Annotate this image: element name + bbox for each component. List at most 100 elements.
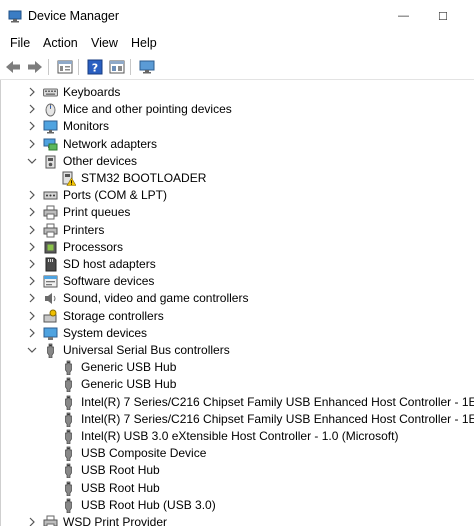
- title-bar: Device Manager — ☐: [0, 0, 474, 32]
- device-category-row[interactable]: Keyboards: [1, 84, 474, 101]
- menu-view[interactable]: View: [91, 36, 118, 50]
- device-label: USB Root Hub (USB 3.0): [81, 497, 216, 512]
- chevron-down-icon[interactable]: [27, 344, 37, 356]
- window-title: Device Manager: [28, 9, 120, 23]
- device-category-row[interactable]: Ports (COM & LPT): [1, 187, 474, 204]
- mouse-icon: [43, 102, 58, 117]
- device-label: Ports (COM & LPT): [63, 188, 168, 203]
- chevron-right-icon[interactable]: [27, 103, 37, 115]
- device-category-row[interactable]: WSD Print Provider: [1, 514, 474, 526]
- device-row[interactable]: USB Composite Device: [1, 445, 474, 462]
- device-label: Generic USB Hub: [81, 377, 177, 392]
- toolbar-separator: [48, 59, 49, 75]
- device-category-row[interactable]: System devices: [1, 325, 474, 342]
- chevron-right-icon[interactable]: [27, 292, 37, 304]
- device-category-row[interactable]: Processors: [1, 239, 474, 256]
- device-row[interactable]: Generic USB Hub: [1, 376, 474, 393]
- menu-action[interactable]: Action: [43, 36, 78, 50]
- device-label: WSD Print Provider: [63, 515, 168, 526]
- device-category-row[interactable]: Printers: [1, 222, 474, 239]
- device-label: Universal Serial Bus controllers: [63, 343, 230, 357]
- device-label: Software devices: [63, 274, 155, 289]
- device-category-row[interactable]: Sound, video and game controllers: [1, 290, 474, 307]
- back-arrow-icon[interactable]: [4, 58, 22, 76]
- menu-help[interactable]: Help: [131, 36, 157, 50]
- menu-file[interactable]: File: [10, 36, 30, 50]
- menu-bar: File Action View Help: [0, 32, 474, 54]
- sd-card-icon: [43, 257, 58, 272]
- usb-icon: [61, 481, 76, 496]
- usb-icon: [61, 498, 76, 514]
- device-category-row[interactable]: Print queues: [1, 204, 474, 221]
- properties-icon[interactable]: [56, 58, 74, 76]
- device-row[interactable]: Intel(R) USB 3.0 eXtensible Host Control…: [1, 428, 474, 445]
- device-row[interactable]: USB Root Hub (USB 3.0): [1, 497, 474, 514]
- device-row[interactable]: Intel(R) 7 Series/C216 Chipset Family US…: [1, 394, 474, 411]
- speaker-icon: [43, 291, 58, 306]
- device-label: SD host adapters: [63, 257, 156, 271]
- keyboard-icon: [43, 85, 58, 100]
- device-category-row[interactable]: SD host adapters: [1, 256, 474, 273]
- device-label: Mice and other pointing devices: [63, 102, 232, 117]
- chevron-right-icon[interactable]: [27, 120, 37, 132]
- device-label: Intel(R) USB 3.0 eXtensible Host Control…: [81, 429, 399, 443]
- device-label: USB Root Hub: [81, 480, 160, 495]
- device-category-row[interactable]: Universal Serial Bus controllers: [1, 342, 474, 359]
- maximize-button[interactable]: ☐: [438, 10, 448, 23]
- usb-icon: [61, 360, 76, 376]
- usb-icon: [61, 395, 76, 410]
- printer-icon: [43, 205, 58, 220]
- usb-icon: [61, 412, 76, 428]
- device-label: Print queues: [63, 205, 131, 220]
- chevron-right-icon[interactable]: [27, 138, 37, 150]
- chevron-right-icon[interactable]: [27, 206, 37, 218]
- forward-arrow-icon[interactable]: [26, 58, 44, 76]
- update-driver-icon[interactable]: [108, 58, 126, 76]
- device-row[interactable]: STM32 BOOTLOADER: [1, 170, 474, 187]
- device-row[interactable]: Generic USB Hub: [1, 359, 474, 376]
- chevron-down-icon[interactable]: [27, 155, 37, 167]
- toolbar-separator: [130, 59, 131, 75]
- device-category-row[interactable]: Monitors: [1, 118, 474, 135]
- chevron-right-icon[interactable]: [27, 327, 37, 339]
- device-category-row[interactable]: Other devices: [1, 153, 474, 170]
- device-category-row[interactable]: Storage controllers: [1, 308, 474, 325]
- monitor-icon: [43, 119, 58, 134]
- chevron-right-icon[interactable]: [27, 516, 37, 526]
- device-row[interactable]: USB Root Hub: [1, 480, 474, 497]
- chevron-right-icon[interactable]: [27, 86, 37, 98]
- system-device-icon: [43, 326, 58, 341]
- device-category-row[interactable]: Network adapters: [1, 136, 474, 153]
- device-label: Keyboards: [63, 85, 121, 99]
- usb-icon: [61, 429, 76, 445]
- device-label: Sound, video and game controllers: [63, 291, 249, 306]
- device-label: Network adapters: [63, 136, 158, 151]
- chevron-right-icon[interactable]: [27, 241, 37, 253]
- help-icon[interactable]: ?: [86, 58, 104, 76]
- chevron-right-icon[interactable]: [27, 258, 37, 270]
- device-label: System devices: [63, 325, 148, 340]
- device-row[interactable]: USB Root Hub: [1, 462, 474, 479]
- device-label: USB Root Hub: [81, 463, 160, 478]
- device-category-row[interactable]: Mice and other pointing devices: [1, 101, 474, 118]
- chevron-right-icon[interactable]: [27, 224, 37, 236]
- device-manager-icon: [8, 10, 22, 23]
- chevron-right-icon[interactable]: [27, 275, 37, 287]
- device-label: USB Composite Device: [81, 446, 207, 461]
- device-category-row[interactable]: Software devices: [1, 273, 474, 290]
- device-label: STM32 BOOTLOADER: [81, 171, 207, 185]
- device-tree: Keyboards Mice and other pointing devices…: [0, 80, 474, 526]
- device-label: Storage controllers: [63, 308, 164, 323]
- toolbar-separator: [78, 59, 79, 75]
- chevron-right-icon[interactable]: [27, 310, 37, 322]
- port-icon: [43, 188, 58, 203]
- svg-text:?: ?: [92, 62, 98, 75]
- minimize-button[interactable]: —: [398, 10, 409, 22]
- usb-icon: [61, 446, 76, 462]
- monitor-scan-icon[interactable]: [138, 58, 156, 76]
- device-row[interactable]: Intel(R) 7 Series/C216 Chipset Family US…: [1, 411, 474, 428]
- chevron-right-icon[interactable]: [27, 189, 37, 201]
- device-label: Printers: [63, 222, 105, 237]
- device-label: Other devices: [63, 153, 138, 168]
- device-label: Monitors: [63, 119, 110, 134]
